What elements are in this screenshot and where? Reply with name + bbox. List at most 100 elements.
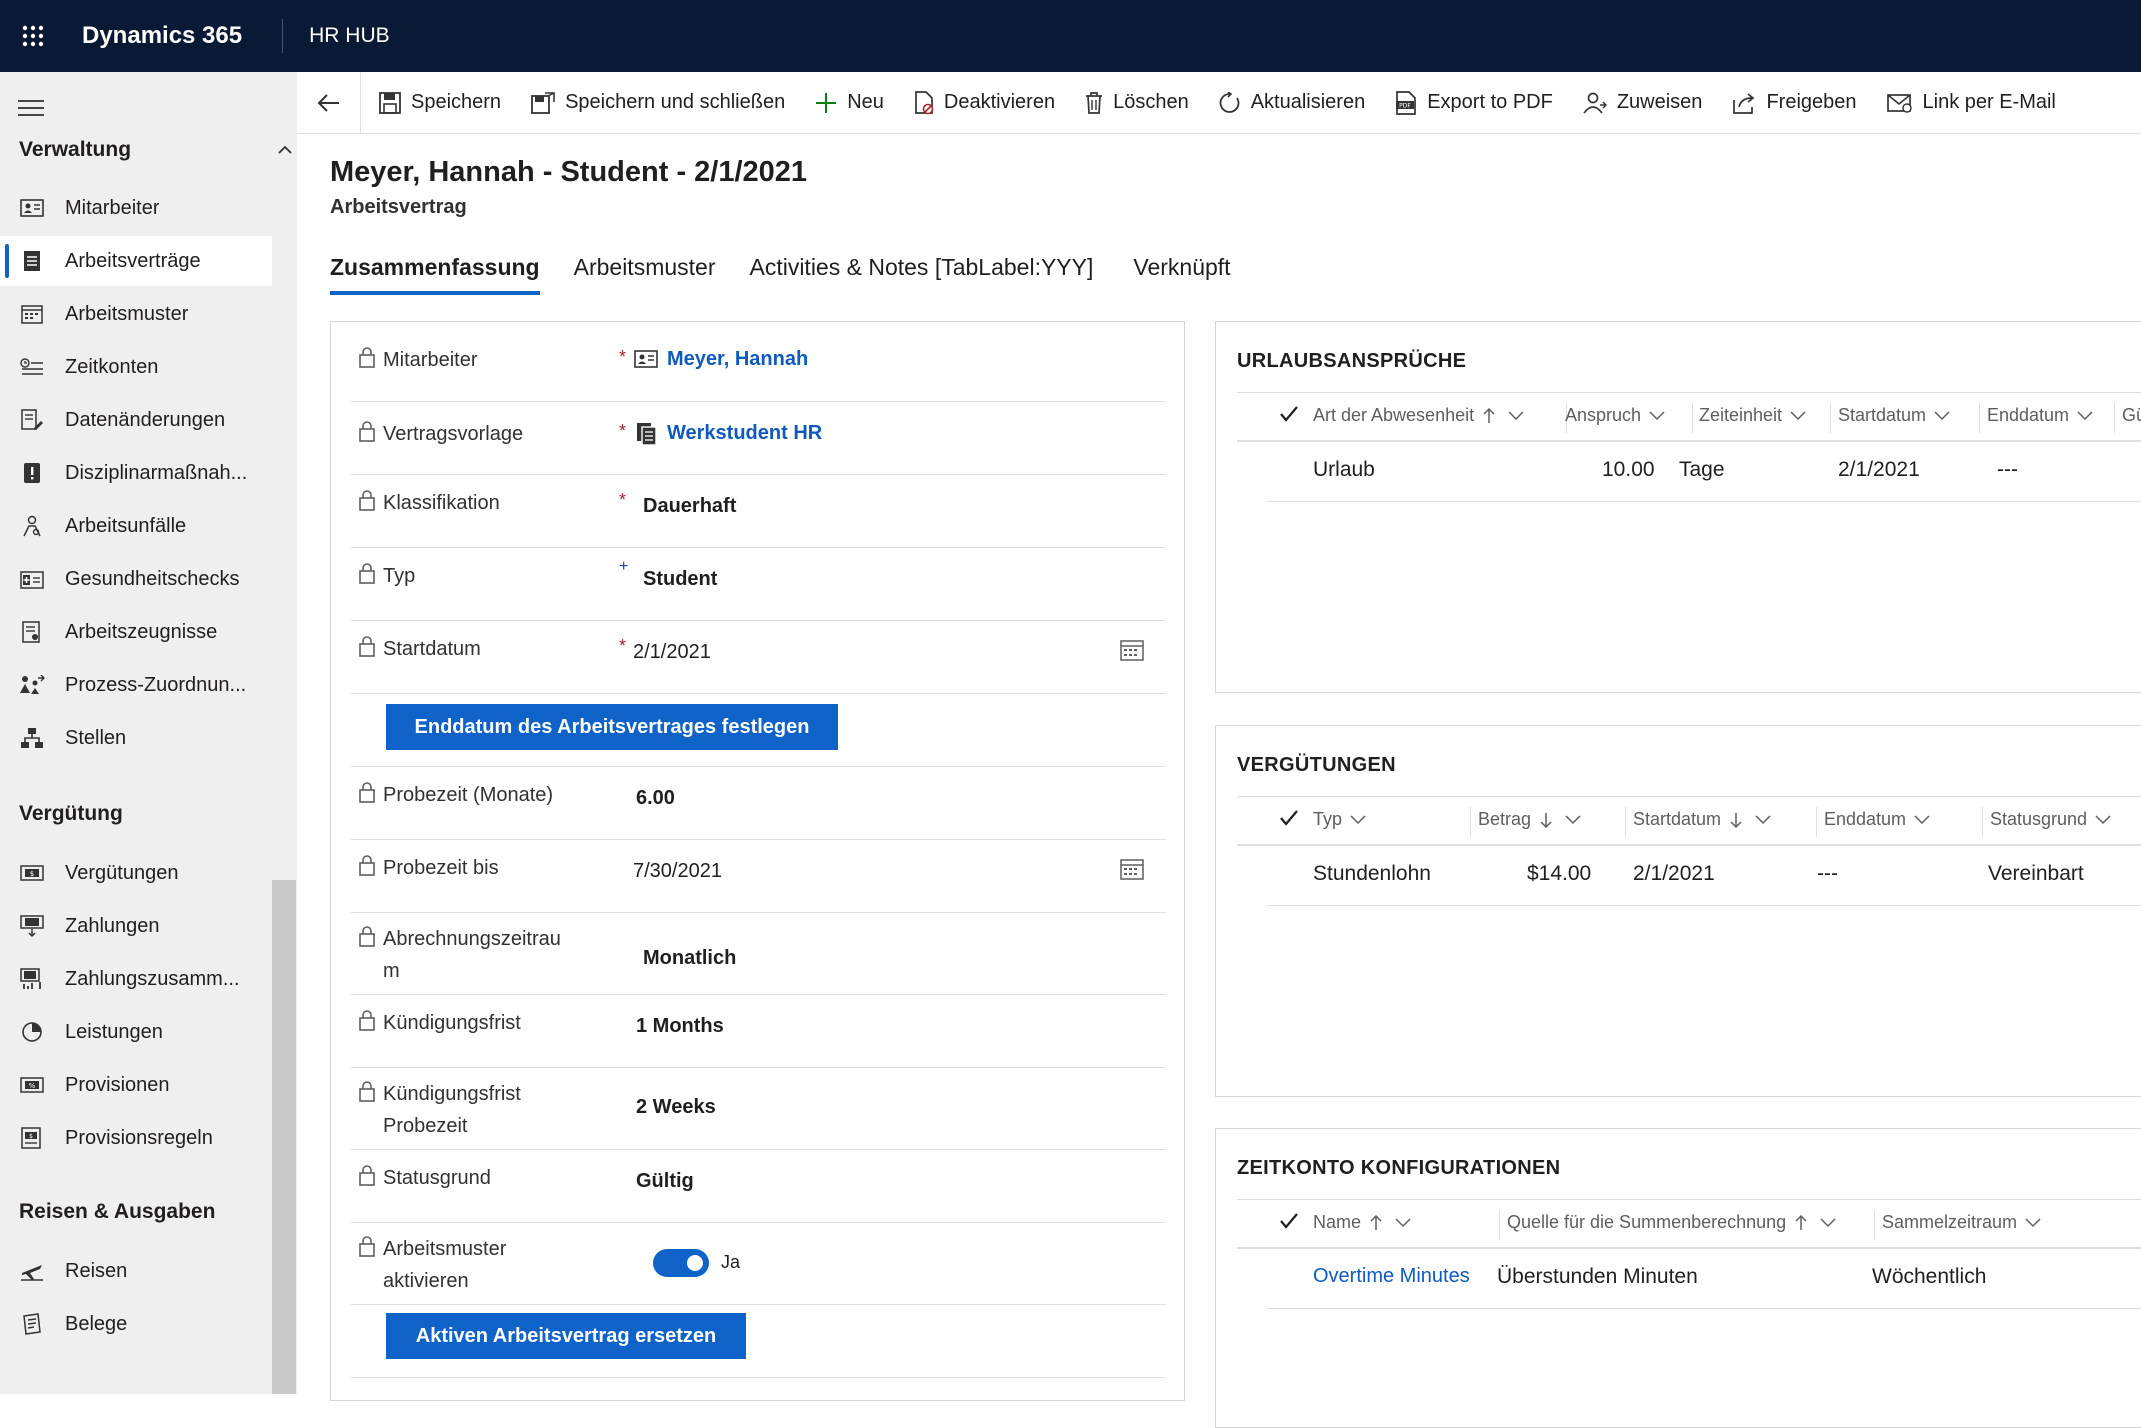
refresh-button[interactable]: Aktualisieren <box>1219 91 1365 114</box>
column-header-sammelzeitraum[interactable]: Sammelzeitraum <box>1882 1212 2041 1233</box>
svg-text:PDF: PDF <box>1399 102 1411 109</box>
export-pdf-button[interactable]: PDF Export to PDF <box>1395 90 1553 115</box>
select-all-checkmark-icon[interactable] <box>1279 1212 1299 1230</box>
app-name[interactable]: Dynamics 365 <box>82 22 242 50</box>
share-button[interactable]: Freigeben <box>1732 91 1857 114</box>
app-launcher-icon[interactable] <box>0 0 66 72</box>
column-header-art[interactable]: Art der Abwesenheit <box>1313 405 1524 426</box>
field-label: Kündigungsfrist <box>383 1012 521 1034</box>
calendar-grid-icon <box>19 303 45 325</box>
tab-zusammenfassung[interactable]: Zusammenfassung <box>330 254 540 295</box>
cell-name-link[interactable]: Overtime Minutes <box>1313 1265 1470 1288</box>
nav-group-verguetung[interactable]: Vergütung <box>19 802 123 826</box>
field-probezeit: Probezeit (Monate) 6.00 <box>351 767 1166 840</box>
column-header-zeiteinheit[interactable]: Zeiteinheit <box>1699 405 1806 426</box>
column-divider <box>1470 807 1471 837</box>
nav-group-reisen[interactable]: Reisen & Ausgaben <box>19 1200 215 1224</box>
area-name[interactable]: HR HUB <box>309 24 390 48</box>
save-icon <box>379 91 401 114</box>
column-header-typ[interactable]: Typ <box>1313 809 1366 830</box>
sort-down-icon <box>1730 812 1742 828</box>
probezeit-bis-value[interactable]: 7/30/2021 <box>633 860 722 883</box>
clock-list-icon <box>19 356 45 378</box>
hamburger-icon[interactable] <box>18 100 44 121</box>
column-header-startdatum[interactable]: Startdatum <box>1838 405 1950 426</box>
nav-group-verwaltung[interactable]: Verwaltung <box>19 138 131 162</box>
table-row[interactable]: Overtime Minutes Überstunden Minuten Wöc… <box>1267 1249 2141 1309</box>
replace-contract-button[interactable]: Aktiven Arbeitsvertrag ersetzen <box>386 1313 746 1359</box>
table-row[interactable]: Stundenlohn $14.00 2/1/2021 --- Vereinba… <box>1267 846 2141 906</box>
chevron-up-icon[interactable] <box>278 142 292 158</box>
nav-item-gesundheitschecks[interactable]: Gesundheitschecks <box>0 554 272 604</box>
nav-label: Disziplinarmaßnah... <box>65 461 248 484</box>
save-button[interactable]: Speichern <box>379 91 501 114</box>
save-and-close-button[interactable]: Speichern und schließen <box>531 91 785 114</box>
email-link-button[interactable]: Link per E-Mail <box>1886 91 2056 114</box>
nav-item-zahlungen[interactable]: Zahlungen <box>0 901 272 951</box>
nav-item-arbeitsunfaelle[interactable]: Arbeitsunfälle <box>0 501 272 551</box>
record-title: Meyer, Hannah - Student - 2/1/2021 <box>330 156 808 188</box>
nav-item-reisen[interactable]: Reisen <box>0 1246 272 1296</box>
tab-verknuepft[interactable]: Verknüpft <box>1133 254 1230 295</box>
kuendigungsfrist-probezeit-value[interactable]: 2 Weeks <box>636 1096 716 1119</box>
typ-value[interactable]: Student <box>643 568 717 591</box>
nav-item-prozess-zuordnung[interactable]: Prozess-Zuordnun... <box>0 660 272 710</box>
mitarbeiter-lookup-link[interactable]: Meyer, Hannah <box>667 348 808 371</box>
plus-icon <box>816 92 837 113</box>
column-header-quelle[interactable]: Quelle für die Summenberechnung <box>1507 1212 1836 1233</box>
klassifikation-value[interactable]: Dauerhaft <box>643 495 736 518</box>
nav-item-zahlungszusammenfassung[interactable]: Zahlungszusamm... <box>0 954 272 1004</box>
column-header-statusgrund[interactable]: Statusgrund <box>1990 809 2111 830</box>
kuendigungsfrist-value[interactable]: 1 Months <box>636 1015 724 1038</box>
column-header-more[interactable]: Gü <box>2122 405 2141 426</box>
arbeitsmuster-toggle[interactable] <box>653 1249 709 1277</box>
column-header-anspruch[interactable]: Anspruch <box>1565 405 1665 426</box>
nav-item-provisionen[interactable]: % Provisionen <box>0 1060 272 1110</box>
people-flow-icon <box>19 674 45 696</box>
select-all-checkmark-icon[interactable] <box>1279 405 1299 423</box>
column-header-startdatum[interactable]: Startdatum <box>1633 809 1771 830</box>
probezeit-value[interactable]: 6.00 <box>636 787 675 810</box>
calendar-icon[interactable] <box>1120 858 1144 880</box>
nav-item-disziplinar[interactable]: Disziplinarmaßnah... <box>0 448 272 498</box>
new-button[interactable]: Neu <box>815 91 884 114</box>
tab-arbeitsmuster[interactable]: Arbeitsmuster <box>574 254 716 295</box>
nav-item-datenaenderungen[interactable]: Datenänderungen <box>0 395 272 445</box>
statusgrund-value[interactable]: Gültig <box>636 1170 694 1193</box>
nav-item-verguetungen[interactable]: $ Vergütungen <box>0 848 272 898</box>
delete-button[interactable]: Löschen <box>1085 91 1189 114</box>
lock-icon <box>359 1165 375 1186</box>
startdatum-value[interactable]: 2/1/2021 <box>633 641 711 664</box>
nav-item-zeitkonten[interactable]: Zeitkonten <box>0 342 272 392</box>
field-mitarbeiter: Mitarbeiter * Meyer, Hannah <box>351 322 1166 402</box>
nav-item-leistungen[interactable]: Leistungen <box>0 1007 272 1057</box>
column-divider <box>1982 807 1983 837</box>
back-button[interactable] <box>297 71 361 134</box>
nav-item-arbeitszeugnisse[interactable]: Arbeitszeugnisse <box>0 607 272 657</box>
field-klassifikation: Klassifikation * Dauerhaft <box>351 475 1166 548</box>
set-end-date-button[interactable]: Enddatum des Arbeitsvertrages festlegen <box>386 704 838 750</box>
column-header-enddatum[interactable]: Enddatum <box>1987 405 2093 426</box>
tab-activities-notes[interactable]: Activities & Notes [TabLabel:YYY] <box>749 254 1093 295</box>
nav-item-arbeitsvertraege[interactable]: Arbeitsverträge <box>0 236 272 286</box>
column-header-betrag[interactable]: Betrag <box>1478 809 1581 830</box>
cell-statusgrund: Vereinbart <box>1988 862 2084 885</box>
calendar-icon[interactable] <box>1120 639 1144 661</box>
column-header-name[interactable]: Name <box>1313 1212 1411 1233</box>
vertragsvorlage-lookup-link[interactable]: Werkstudent HR <box>667 422 822 445</box>
deactivate-button[interactable]: Deaktivieren <box>914 90 1055 115</box>
abrechnungszeitraum-value[interactable]: Monatlich <box>643 947 736 970</box>
nav-item-mitarbeiter[interactable]: Mitarbeiter <box>0 183 272 233</box>
field-label-cont: m <box>383 960 400 982</box>
nav-item-arbeitsmuster[interactable]: Arbeitsmuster <box>0 289 272 339</box>
select-all-checkmark-icon[interactable] <box>1279 809 1299 827</box>
column-header-enddatum[interactable]: Enddatum <box>1824 809 1930 830</box>
sort-down-icon <box>1540 812 1552 828</box>
nav-item-belege[interactable]: Belege <box>0 1299 272 1349</box>
nav-scrollbar[interactable] <box>272 880 296 1394</box>
grid-header: Name Quelle für die Summenberechnung Sam… <box>1237 1199 2141 1249</box>
nav-item-stellen[interactable]: Stellen <box>0 713 272 763</box>
table-row[interactable]: Urlaub 10.00 Tage 2/1/2021 --- -- <box>1267 442 2141 502</box>
assign-button[interactable]: Zuweisen <box>1583 91 1702 114</box>
nav-item-provisionsregeln[interactable]: $ Provisionsregeln <box>0 1113 272 1163</box>
